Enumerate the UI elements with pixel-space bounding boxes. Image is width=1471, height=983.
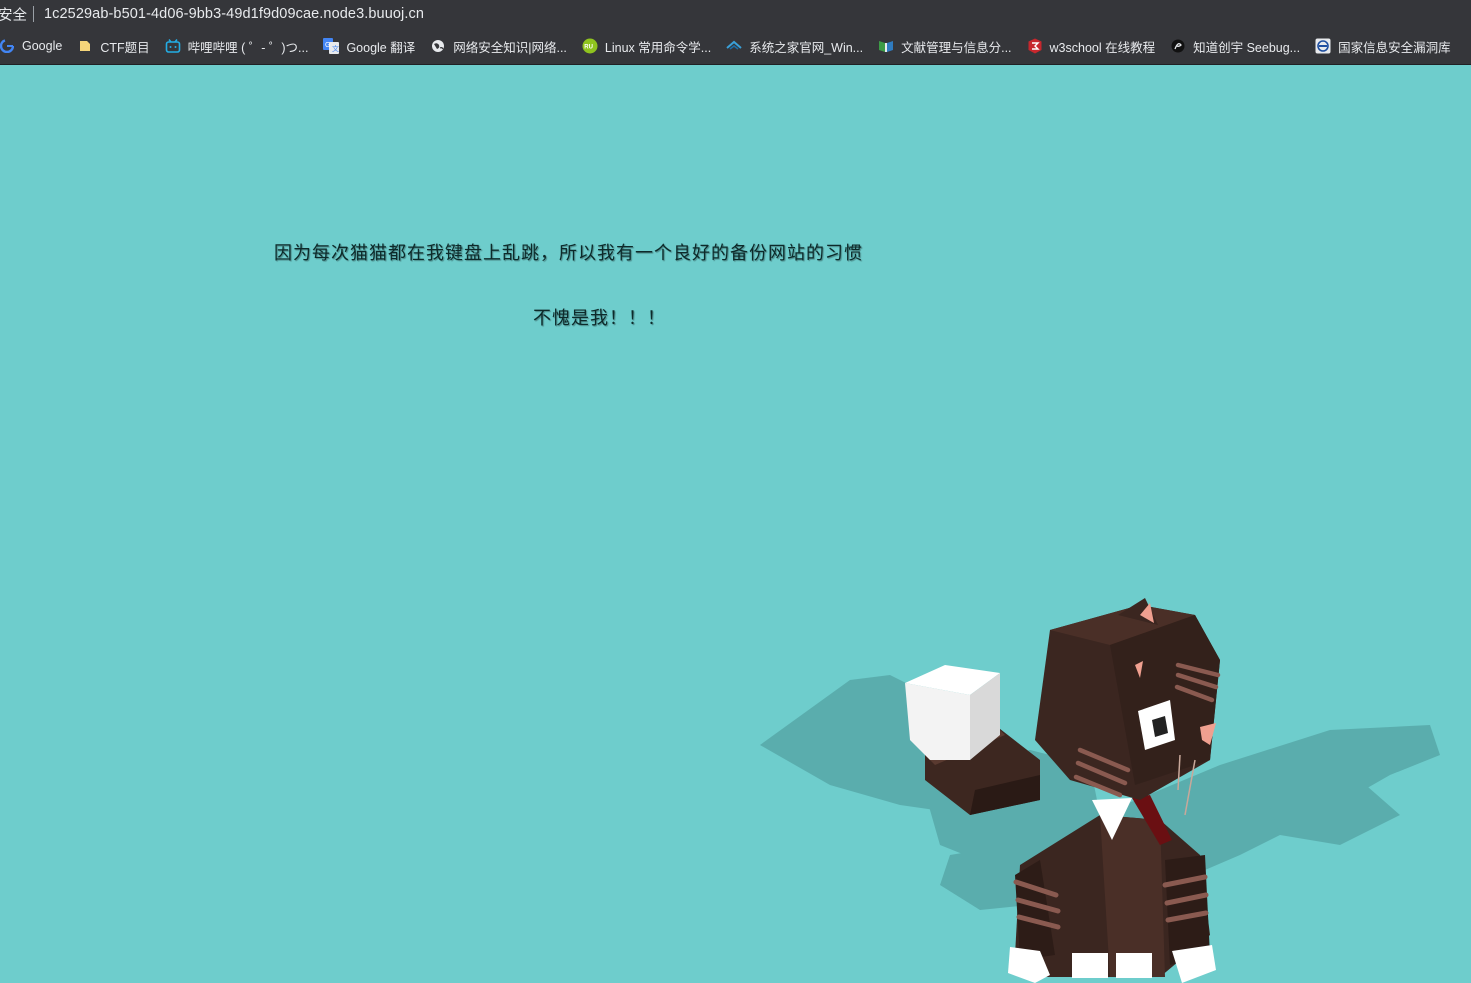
book-icon bbox=[878, 38, 894, 54]
xitong-icon bbox=[726, 38, 742, 54]
bookmark-bilibili[interactable]: 哔哩哔哩 ( ゜- ゜)つ... bbox=[165, 32, 316, 60]
security-label[interactable]: 安全 bbox=[0, 4, 27, 25]
translate-icon: G 文 bbox=[323, 38, 340, 54]
bookmark-google[interactable]: Google bbox=[0, 32, 69, 60]
svg-text:文: 文 bbox=[332, 44, 339, 53]
bookmark-label: 知道创宇 Seebug... bbox=[1193, 40, 1301, 55]
bookmark-label: Google 翻译 bbox=[346, 40, 416, 55]
bookmark-linux[interactable]: RU Linux 常用命令学... bbox=[582, 32, 718, 60]
bilibili-icon bbox=[165, 38, 181, 54]
bookmark-netsec[interactable]: 网络安全知识|网络... bbox=[430, 32, 574, 60]
bookmark-label: Linux 常用命令学... bbox=[604, 40, 712, 55]
address-separator bbox=[33, 6, 34, 22]
globe-icon bbox=[430, 38, 446, 54]
bookmark-w3school[interactable]: w3school 在线教程 bbox=[1027, 32, 1163, 60]
bookmark-label: 国家信息安全漏洞库 bbox=[1338, 40, 1451, 55]
bookmark-label: 网络安全知识|网络... bbox=[453, 40, 567, 55]
bookmark-label: 哔哩哔哩 ( ゜- ゜)つ... bbox=[187, 40, 309, 55]
bookmarks-bar: Google CTF题目 哔哩哔哩 ( ゜- ゜)つ... G 文 Google… bbox=[0, 28, 1471, 65]
cnnvd-icon bbox=[1315, 38, 1331, 54]
bookmark-label: w3school 在线教程 bbox=[1049, 40, 1156, 55]
voxel-cat-illustration bbox=[760, 598, 1440, 983]
bookmark-label: CTF题目 bbox=[100, 40, 150, 55]
page-content: 因为每次猫猫都在我键盘上乱跳，所以我有一个良好的备份网站的习惯 不愧是我！！！ bbox=[0, 65, 1471, 983]
svg-text:RU: RU bbox=[584, 45, 593, 51]
bookmark-label: Google bbox=[22, 39, 63, 53]
svg-text:G: G bbox=[325, 42, 330, 49]
bookmark-xitongzhijia[interactable]: 系统之家官网_Win... bbox=[726, 32, 870, 60]
bookmark-literature[interactable]: 文献管理与信息分... bbox=[878, 32, 1018, 60]
white-cube bbox=[905, 665, 1000, 760]
linux-icon: RU bbox=[582, 38, 598, 54]
folder-icon bbox=[77, 38, 93, 54]
message-line-2: 不愧是我！！！ bbox=[533, 308, 666, 329]
bookmark-google-translate[interactable]: G 文 Google 翻译 bbox=[323, 32, 422, 60]
bookmark-cnnvd[interactable]: 国家信息安全漏洞库 bbox=[1315, 32, 1458, 60]
url-text[interactable]: 1c2529ab-b501-4d06-9bb3-49d1f9d09cae.nod… bbox=[44, 6, 424, 22]
message-line-1: 因为每次猫猫都在我键盘上乱跳，所以我有一个良好的备份网站的习惯 bbox=[274, 243, 863, 264]
bookmark-label: 文献管理与信息分... bbox=[901, 40, 1012, 55]
bookmark-seebug[interactable]: 知道创宇 Seebug... bbox=[1170, 32, 1307, 60]
seebug-icon bbox=[1170, 38, 1186, 54]
google-icon bbox=[0, 38, 15, 54]
bookmark-ctf-folder[interactable]: CTF题目 bbox=[77, 32, 156, 60]
bookmark-label: 系统之家官网_Win... bbox=[749, 40, 864, 55]
w3school-icon bbox=[1027, 38, 1043, 54]
address-bar[interactable]: 安全 1c2529ab-b501-4d06-9bb3-49d1f9d09cae.… bbox=[0, 0, 1471, 28]
